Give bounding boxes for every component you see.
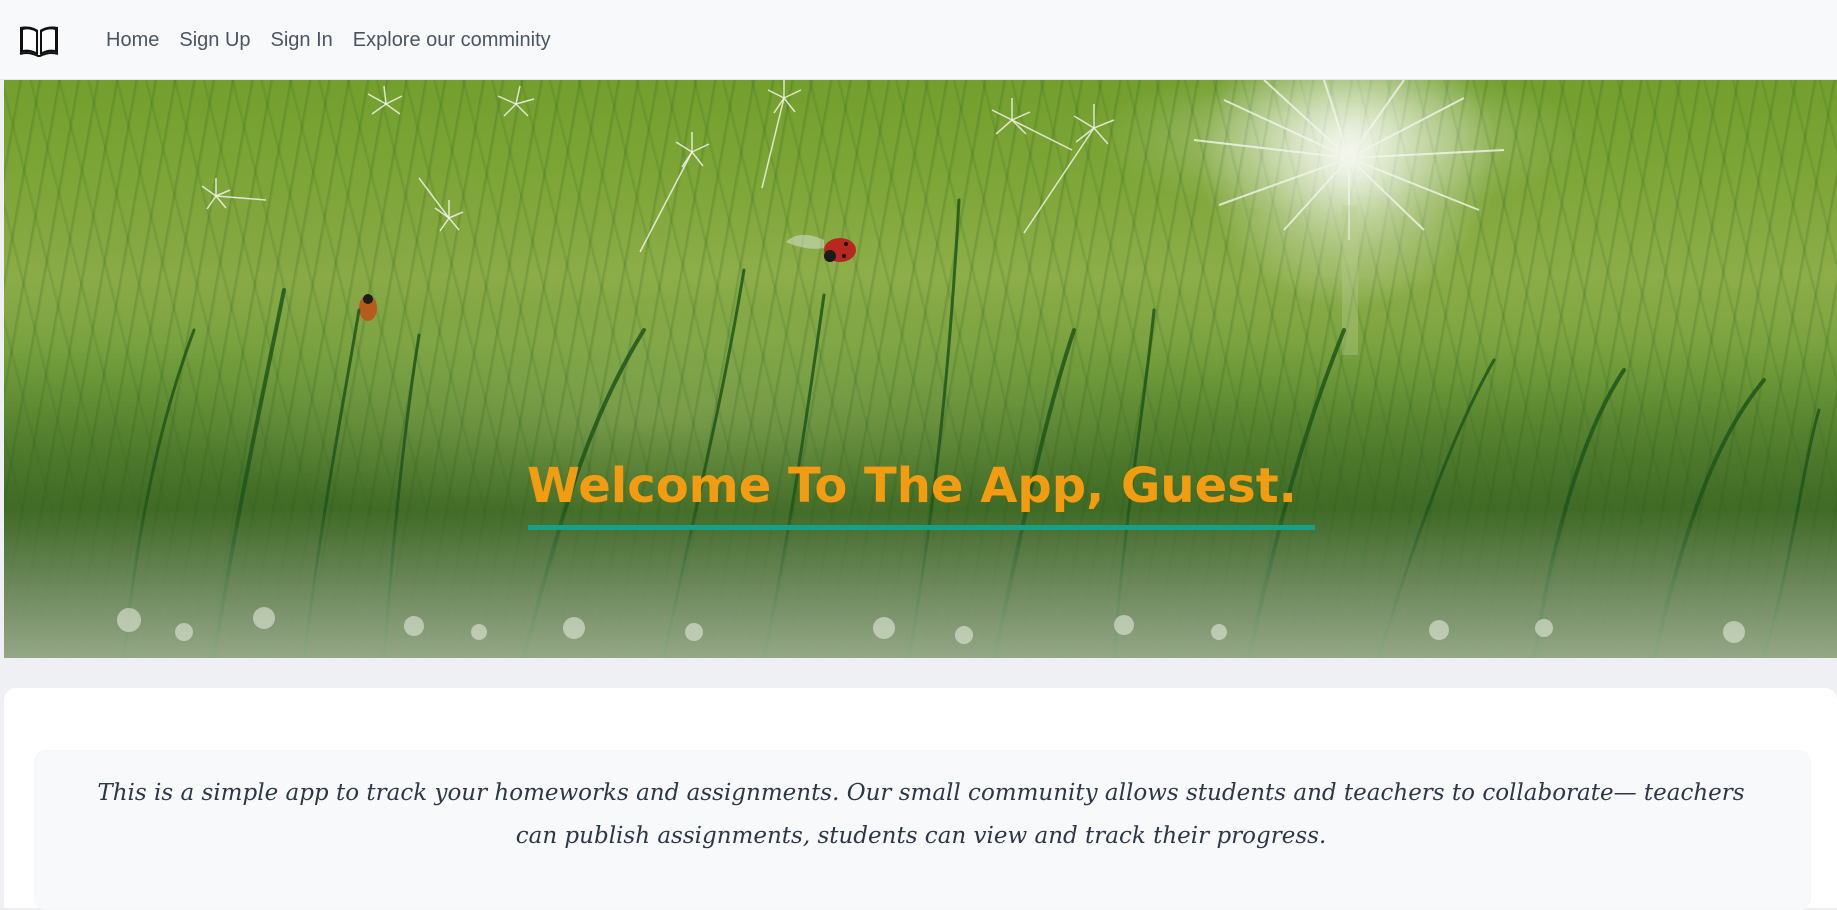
brand-link[interactable] (17, 22, 61, 58)
top-navigation: Home Sign Up Sign In Explore our commini… (0, 0, 1837, 80)
app-description-text: This is a simple app to track your homew… (97, 780, 1745, 849)
meadow-illustration (4, 80, 1837, 658)
hero-title-underline (528, 525, 1315, 530)
hero-title: Welcome To The App, Guest. (527, 458, 1297, 514)
nav-links: Home Sign Up Sign In Explore our commini… (106, 30, 551, 50)
hero-heading-group: Welcome To The App, Guest. (527, 452, 1321, 552)
dandelion-head (1193, 80, 1505, 355)
book-open-icon (19, 25, 59, 57)
ladybug-flying (786, 234, 856, 262)
nav-explore-community-link[interactable]: Explore our comminity (353, 30, 551, 50)
nav-home-link[interactable]: Home (106, 30, 159, 50)
nav-sign-up-link[interactable]: Sign Up (179, 30, 250, 50)
ladybug-on-grass (359, 294, 377, 321)
floating-seeds (201, 80, 1115, 253)
nav-sign-in-link[interactable]: Sign In (271, 30, 333, 50)
hero-banner: Welcome To The App, Guest. (4, 80, 1837, 658)
